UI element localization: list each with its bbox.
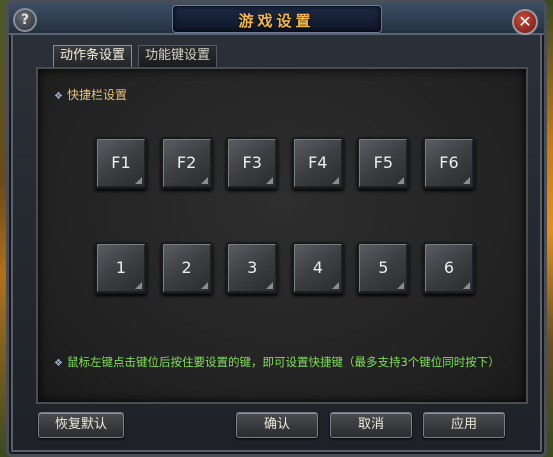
instruction-hint: ❖ 鼠标左键点击键位后按住要设置的键，即可设置快捷键（最多支持3个键位同时按下） <box>54 354 500 370</box>
hotkey-slot-2[interactable]: 2 <box>160 242 213 294</box>
number-key-row: 1 2 3 4 5 6 <box>95 242 475 294</box>
help-icon[interactable]: ? <box>13 8 37 32</box>
diamond-bullet-icon: ❖ <box>54 358 63 369</box>
title-bar: ? 游戏设置 ✕ <box>9 3 544 35</box>
restore-default-button[interactable]: 恢复默认 <box>38 412 124 438</box>
hotkey-slot-f1[interactable]: F1 <box>95 137 147 189</box>
tab-function-key-settings[interactable]: 功能键设置 <box>138 45 218 67</box>
instruction-hint-text: 鼠标左键点击键位后按住要设置的键，即可设置快捷键（最多支持3个键位同时按下） <box>66 355 500 369</box>
window-title: 游戏设置 <box>238 12 315 30</box>
section-heading-label: 快捷栏设置 <box>66 88 127 102</box>
tab-action-bar-settings[interactable]: 动作条设置 <box>53 45 133 67</box>
diamond-bullet-icon: ❖ <box>54 91 63 102</box>
apply-button[interactable]: 应用 <box>423 412 505 438</box>
confirm-button[interactable]: 确认 <box>236 412 318 438</box>
tab-bar: 动作条设置 功能键设置 <box>53 45 218 67</box>
hotkey-slot-4[interactable]: 4 <box>291 242 344 294</box>
hotkey-slot-f6[interactable]: F6 <box>422 137 475 189</box>
game-settings-window: ? 游戏设置 ✕ 动作条设置 功能键设置 ❖ 快捷栏设置 F1 F2 F3 F4 … <box>6 0 547 457</box>
cancel-button[interactable]: 取消 <box>330 412 412 438</box>
hotkey-slot-5[interactable]: 5 <box>357 242 410 294</box>
function-key-row: F1 F2 F3 F4 F5 F6 <box>95 137 475 189</box>
hotkey-slot-6[interactable]: 6 <box>422 242 475 294</box>
hotkey-slot-f2[interactable]: F2 <box>160 137 213 189</box>
title-plate: 游戏设置 <box>171 5 382 33</box>
close-icon[interactable]: ✕ <box>512 9 538 35</box>
hotkey-slot-f5[interactable]: F5 <box>357 137 410 189</box>
hotkey-slot-f3[interactable]: F3 <box>226 137 279 189</box>
settings-panel: ❖ 快捷栏设置 F1 F2 F3 F4 F5 F6 1 2 3 4 5 6 ❖ 鼠标… <box>36 67 528 404</box>
hotkey-slot-3[interactable]: 3 <box>226 242 279 294</box>
hotkey-slot-f4[interactable]: F4 <box>291 137 344 189</box>
hotkey-slot-1[interactable]: 1 <box>95 242 147 294</box>
section-heading: ❖ 快捷栏设置 <box>54 86 127 103</box>
